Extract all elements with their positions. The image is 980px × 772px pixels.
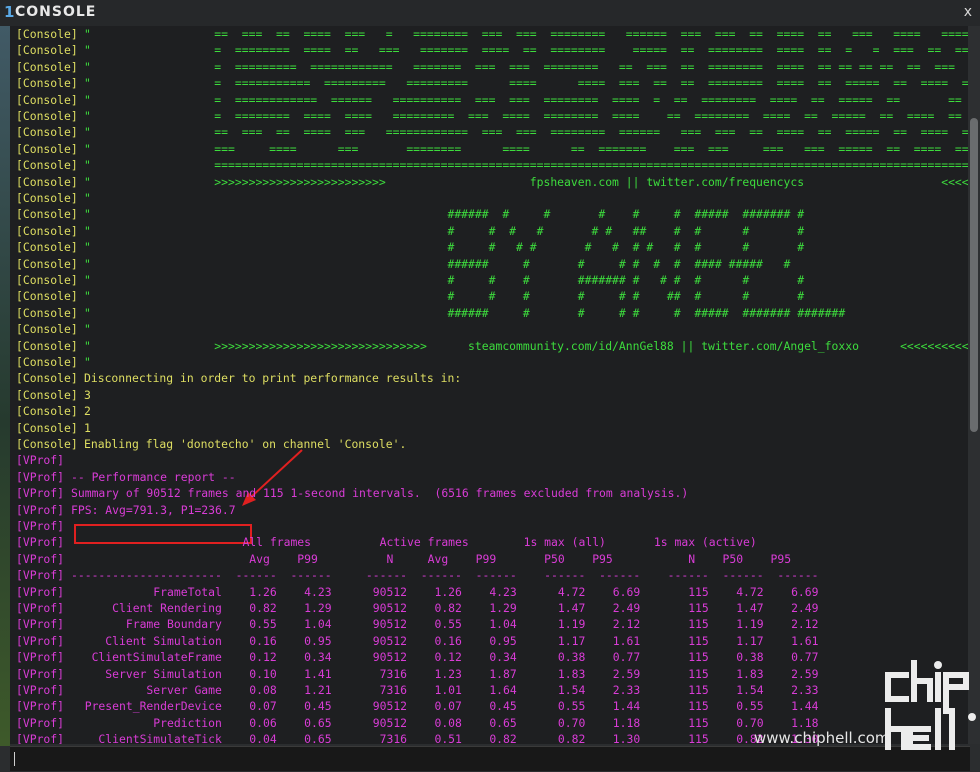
log-message: Prediction 0.06 0.65 90512 0.08 0.65 0.7… <box>71 716 819 730</box>
log-message: " # # # # # # ## # # # <box>84 289 805 303</box>
log-message: Avg P99 N Avg P99 P50 P95 N P50 P95 <box>71 552 792 566</box>
log-message: -- Performance report -- <box>71 470 236 484</box>
log-prefix: [VProf] <box>16 650 65 664</box>
log-message: " # # # # # # ## # # # # <box>84 224 805 238</box>
log-prefix: [VProf] <box>16 453 65 467</box>
log-prefix: [Console] <box>16 339 78 353</box>
log-message: Frame Boundary 0.55 1.04 90512 0.55 1.04… <box>71 617 819 631</box>
log-message: ClientSimulateFrame 0.12 0.34 90512 0.12… <box>71 650 819 664</box>
log-message: Summary of 90512 frames and 115 1-second… <box>71 486 689 500</box>
log-message: Client Rendering 0.82 1.29 90512 0.82 1.… <box>71 601 819 615</box>
log-message: " = ========= ============ ======= === =… <box>84 60 955 74</box>
log-prefix: [Console] <box>16 404 78 418</box>
log-prefix: [VProf] <box>16 470 65 484</box>
log-prefix: [Console] <box>16 257 78 271</box>
log-prefix: [Console] <box>16 421 78 435</box>
log-prefix: [Console] <box>16 27 78 41</box>
log-message: Disconnecting in order to print performa… <box>84 371 462 385</box>
log-prefix: [Console] <box>16 289 78 303</box>
log-message: " <box>84 322 91 336</box>
text-caret <box>14 752 15 766</box>
log-prefix: [VProf] <box>16 519 65 533</box>
log-prefix: [Console] <box>16 158 78 172</box>
log-prefix: [Console] <box>16 322 78 336</box>
log-message: " ======================================… <box>84 158 968 172</box>
log-message: ClientSimulateTick 0.04 0.65 7316 0.51 0… <box>71 732 819 744</box>
window-title: CONSOLE <box>15 4 97 20</box>
log-message: " ###### # # # # # ##### ####### ####### <box>84 306 846 320</box>
log-message: " ###### # # # # # ##### ####### # <box>84 207 805 221</box>
log-prefix: [VProf] <box>16 535 65 549</box>
log-prefix: [Console] <box>16 355 78 369</box>
log-prefix: [Console] <box>16 175 78 189</box>
title-bar[interactable]: 1 CONSOLE x <box>0 0 980 26</box>
log-prefix: [Console] <box>16 125 78 139</box>
log-prefix: [VProf] <box>16 699 65 713</box>
log-prefix: [Console] <box>16 109 78 123</box>
chiphell-logo-icon <box>885 660 976 750</box>
log-message: " == === == ==== === = ======== === === … <box>84 27 968 41</box>
log-prefix: [Console] <box>16 60 78 74</box>
watermark-text: www.chiphell.com <box>754 729 890 747</box>
log-message: " = ======== ==== == === ======= ==== ==… <box>84 43 968 57</box>
log-message: " # # # # # # # # # # # # <box>84 240 805 254</box>
console-log[interactable]: [Console] " == === == ==== === = ========… <box>10 26 968 744</box>
log-prefix: [VProf] <box>16 667 65 681</box>
log-message: Enabling flag 'donotecho' on channel 'Co… <box>84 437 407 451</box>
log-prefix: [VProf] <box>16 634 65 648</box>
log-message: " = =========== ========= ========= ====… <box>84 76 968 90</box>
log-message: " === ==== === ======== ==== == ======= … <box>84 142 968 156</box>
scrollbar-thumb[interactable] <box>970 118 978 432</box>
log-message: FrameTotal 1.26 4.23 90512 1.26 4.23 4.7… <box>71 585 819 599</box>
log-message: FPS: Avg=791.3, P1=236.7 <box>71 503 236 517</box>
log-message: " == === == ==== === ============ === ==… <box>84 125 968 139</box>
log-prefix: [Console] <box>16 388 78 402</box>
log-prefix: [Console] <box>16 224 78 238</box>
background-edge <box>0 26 10 746</box>
window-number: 1 <box>4 3 15 21</box>
log-message: Client Simulation 0.16 0.95 90512 0.16 0… <box>71 634 819 648</box>
watermark: www.chiphell.com <box>754 655 980 755</box>
log-message: Server Simulation 0.10 1.41 7316 1.23 1.… <box>71 667 819 681</box>
log-prefix: [VProf] <box>16 568 65 582</box>
log-prefix: [Console] <box>16 273 78 287</box>
log-prefix: [VProf] <box>16 617 65 631</box>
log-prefix: [VProf] <box>16 732 65 744</box>
log-message: 1 <box>84 421 91 435</box>
log-prefix: [Console] <box>16 76 78 90</box>
log-prefix: [Console] <box>16 142 78 156</box>
log-prefix: [Console] <box>16 93 78 107</box>
log-prefix: [VProf] <box>16 683 65 697</box>
log-message: " >>>>>>>>>>>>>>>>>>>>>>>>> fpsheaven.co… <box>84 175 968 189</box>
log-message: " <box>84 191 91 205</box>
close-icon[interactable]: x <box>964 4 972 20</box>
log-message: All frames Active frames 1s max (all) 1s… <box>71 535 757 549</box>
log-prefix: [Console] <box>16 207 78 221</box>
log-prefix: [VProf] <box>16 585 65 599</box>
log-prefix: [Console] <box>16 306 78 320</box>
log-message: " = ============ ====== ========== === =… <box>84 93 962 107</box>
log-message: " = ======== ==== ==== ========= === ===… <box>84 109 962 123</box>
log-message: 3 <box>84 388 91 402</box>
scrollbar[interactable] <box>968 26 980 744</box>
log-message: " ###### # # # # # # #### ##### # <box>84 257 791 271</box>
log-prefix: [VProf] <box>16 601 65 615</box>
log-message: 2 <box>84 404 91 418</box>
log-prefix: [VProf] <box>16 503 65 517</box>
log-prefix: [Console] <box>16 43 78 57</box>
log-prefix: [VProf] <box>16 716 65 730</box>
log-message: " # # # ####### # # # # # # <box>84 273 805 287</box>
log-message: ---------------------- ------ ------ ---… <box>71 568 819 582</box>
log-message: Present_RenderDevice 0.07 0.45 90512 0.0… <box>71 699 819 713</box>
log-prefix: [VProf] <box>16 486 65 500</box>
console-window: 1 CONSOLE x [Console] " == === == ==== ==… <box>0 0 980 772</box>
log-prefix: [Console] <box>16 371 78 385</box>
log-prefix: [Console] <box>16 437 78 451</box>
log-message: " <box>84 355 91 369</box>
log-prefix: [VProf] <box>16 552 65 566</box>
log-message: Server Game 0.08 1.21 7316 1.01 1.64 1.5… <box>71 683 819 697</box>
log-prefix: [Console] <box>16 240 78 254</box>
log-prefix: [Console] <box>16 191 78 205</box>
log-message: " >>>>>>>>>>>>>>>>>>>>>>>>>>>>>>> steamc… <box>84 339 968 353</box>
